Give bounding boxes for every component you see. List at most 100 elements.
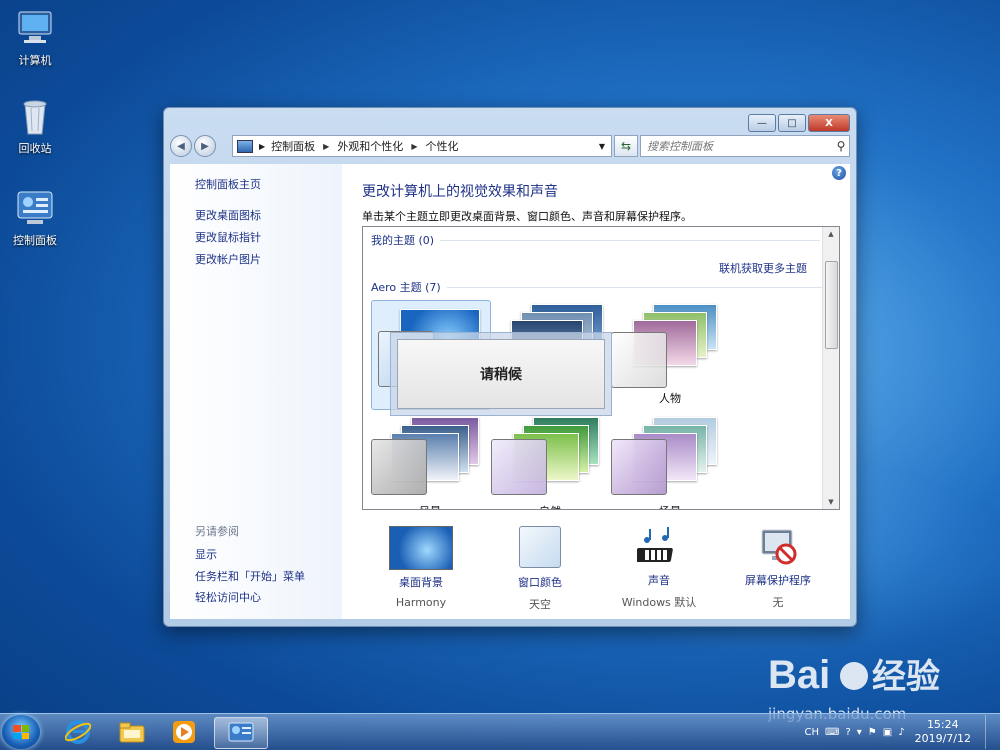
theme-people[interactable]: 人物: [611, 300, 729, 408]
show-desktop-button[interactable]: [985, 715, 1000, 749]
theme-label: 场景: [611, 503, 729, 509]
link-taskbar-start-menu[interactable]: 任务栏和「开始」菜单: [195, 568, 305, 584]
language-indicator[interactable]: CH: [804, 727, 819, 738]
breadcrumb-item[interactable]: 控制面板: [271, 138, 315, 154]
volume-icon[interactable]: ♪: [898, 727, 904, 738]
system-tray: CH ⌨ ? ▾ ⚑ ▣ ♪ 15:24 2019/7/12: [804, 714, 1000, 750]
link-change-mouse-pointers[interactable]: 更改鼠标指针: [195, 229, 261, 245]
link-ease-of-access[interactable]: 轻松访问中心: [195, 589, 261, 605]
page-title: 更改计算机上的视觉效果和声音: [362, 184, 558, 200]
desktop-icon-recycle-bin[interactable]: 回收站: [0, 96, 70, 156]
clock[interactable]: 15:24 2019/7/12: [915, 718, 971, 746]
address-bar[interactable]: ▶ 控制面板 ▶ 外观和个性化 ▶ 个性化 ▼: [232, 135, 612, 157]
recycle-bin-icon: [15, 96, 55, 136]
sounds-setting[interactable]: 声音 Windows 默认: [604, 526, 714, 610]
caption-buttons: — □ X: [748, 114, 850, 132]
theme-label: 风景: [371, 503, 489, 509]
control-panel-icon: [228, 722, 254, 742]
control-panel-small-icon: [237, 139, 253, 153]
screen-saver-setting[interactable]: 屏幕保护程序 无: [723, 526, 833, 610]
screen-saver-icon: [756, 526, 800, 568]
setting-label[interactable]: 声音: [604, 572, 714, 588]
taskbar-internet-explorer[interactable]: [52, 717, 104, 747]
desktop-background-setting[interactable]: 桌面背景 Harmony: [366, 526, 476, 609]
window-color-thumbnail: [519, 526, 561, 568]
chevron-down-icon[interactable]: ▼: [599, 142, 605, 151]
start-button[interactable]: [2, 715, 40, 749]
link-change-desktop-icons[interactable]: 更改桌面图标: [195, 207, 261, 223]
see-also-heading: 另请参阅: [195, 525, 239, 538]
window-color-swatch: [611, 439, 667, 495]
chevron-right-icon[interactable]: ▶: [323, 142, 329, 151]
maximize-button[interactable]: □: [778, 114, 806, 132]
setting-value: 无: [772, 596, 784, 609]
clock-time: 15:24: [926, 718, 959, 731]
setting-label[interactable]: 桌面背景: [366, 574, 476, 590]
link-display[interactable]: 显示: [195, 546, 217, 562]
window-color-swatch: [491, 439, 547, 495]
forward-button[interactable]: ▶: [194, 135, 216, 157]
scroll-up-icon[interactable]: ▲: [823, 227, 839, 241]
desktop-icon-label: 计算机: [18, 54, 52, 67]
chevron-down-icon[interactable]: ▾: [857, 727, 862, 738]
desktop-background-thumbnail: [389, 526, 453, 570]
taskbar: CH ⌨ ? ▾ ⚑ ▣ ♪ 15:24 2019/7/12: [0, 713, 1000, 750]
desktop-icon-computer[interactable]: 计算机: [0, 8, 70, 68]
gallery-scrollbar[interactable]: ▲ ▼: [822, 227, 839, 509]
refresh-button[interactable]: ⇆: [614, 135, 638, 157]
svg-text:Bai: Bai: [768, 653, 830, 697]
search-box[interactable]: ⚲: [640, 135, 850, 157]
sounds-icon: [634, 526, 681, 568]
search-input[interactable]: [641, 138, 833, 154]
window-color-setting[interactable]: 窗口颜色 天空: [485, 526, 595, 612]
theme-scenes[interactable]: 场景: [611, 413, 729, 509]
theme-landscapes[interactable]: 风景: [371, 413, 489, 509]
desktop-icon-control-panel[interactable]: 控制面板: [0, 188, 70, 248]
get-more-themes-link[interactable]: 联机获取更多主题: [719, 260, 807, 276]
aero-themes-label: Aero 主题 (7): [371, 281, 441, 294]
search-icon[interactable]: ⚲: [833, 139, 849, 153]
setting-label[interactable]: 窗口颜色: [485, 574, 595, 590]
setting-label[interactable]: 屏幕保护程序: [723, 572, 833, 588]
taskbar-media-player[interactable]: [158, 717, 210, 747]
theme-label: 人物: [659, 392, 681, 405]
aero-themes-heading: Aero 主题 (7): [371, 279, 827, 295]
theme-nature[interactable]: 自然: [491, 413, 609, 509]
window-color-swatch: [371, 439, 427, 495]
breadcrumb-item[interactable]: 外观和个性化: [337, 138, 403, 154]
setting-value: 天空: [529, 598, 551, 611]
window-color-swatch: [611, 332, 667, 388]
close-button[interactable]: X: [808, 114, 850, 132]
network-icon[interactable]: ▣: [883, 727, 892, 738]
svg-text:经验: 经验: [872, 657, 940, 696]
clock-date: 2019/7/12: [914, 732, 971, 745]
chevron-right-icon[interactable]: ▶: [411, 142, 417, 151]
help-icon[interactable]: ?: [845, 727, 850, 738]
setting-value: Harmony: [395, 596, 447, 609]
folder-icon: [119, 722, 145, 743]
control-panel-icon: [15, 188, 55, 228]
left-pane: 控制面板主页 更改桌面图标 更改鼠标指针 更改帐户图片 另请参阅 显示 任务栏和…: [170, 164, 342, 619]
link-change-account-picture[interactable]: 更改帐户图片: [195, 251, 261, 267]
please-wait-text: 请稍候: [397, 339, 605, 409]
windows-logo-icon: [13, 725, 29, 739]
breadcrumb-item[interactable]: 个性化: [425, 138, 458, 154]
link-control-panel-home[interactable]: 控制面板主页: [195, 176, 261, 192]
keyboard-icon[interactable]: ⌨: [825, 727, 839, 738]
taskbar-windows-explorer[interactable]: [106, 717, 158, 747]
help-icon[interactable]: ?: [832, 166, 846, 180]
computer-icon: [15, 8, 55, 48]
back-button[interactable]: ◀: [170, 135, 192, 157]
media-player-icon: [173, 721, 195, 743]
desktop-icon-label: 控制面板: [13, 234, 57, 247]
theme-label: 自然: [491, 503, 609, 509]
scroll-thumb[interactable]: [825, 261, 838, 349]
taskbar-control-panel[interactable]: [214, 717, 268, 749]
scroll-down-icon[interactable]: ▼: [823, 495, 839, 509]
my-themes-label: 我的主题 (0): [371, 234, 435, 247]
internet-explorer-icon: [65, 720, 91, 744]
my-themes-heading: 我的主题 (0): [371, 232, 820, 248]
navigation-bar: ◀ ▶ ▶ 控制面板 ▶ 外观和个性化 ▶ 个性化 ▼ ⇆ ⚲: [170, 134, 850, 158]
notification-icon[interactable]: ⚑: [868, 727, 877, 738]
minimize-button[interactable]: —: [748, 114, 776, 132]
